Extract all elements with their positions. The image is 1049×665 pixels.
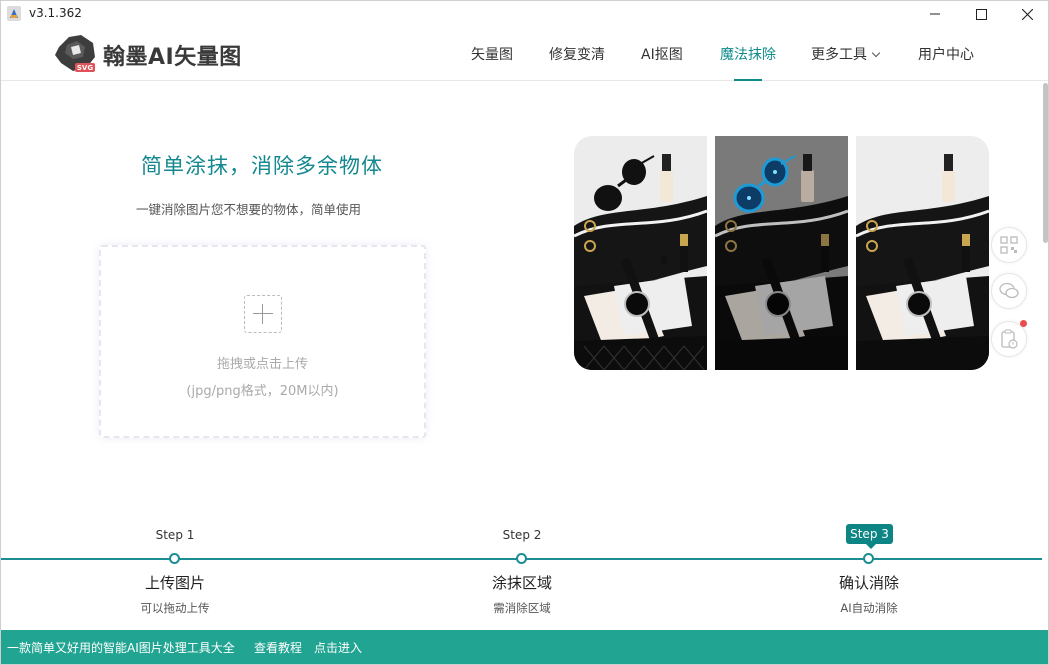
close-button[interactable] [1004,1,1048,27]
qrcode-icon [1000,236,1018,254]
header: SVG 翰墨AI矢量图 矢量图 修复变清 AI抠图 魔法抹除 更多工具 用户中心 [1,27,1048,81]
hero-subtitle: 一键消除图片您不想要的物体，简单使用 [136,202,362,217]
nav-item-cutout[interactable]: AI抠图 [641,44,683,64]
demo-image-original [574,136,707,370]
nav-item-restore[interactable]: 修复变清 [549,44,605,64]
app-window: v3.1.362 SVG 翰墨AI矢量图 矢量图 修复变清 AI抠图 魔法抹除 … [0,0,1049,665]
step-2-desc: 需消除区域 [493,601,551,615]
nav-item-more-tools-label: 更多工具 [811,47,867,63]
step-3-node [863,553,874,564]
app-icon [7,6,21,21]
demo-image-selected [715,136,848,370]
footer-slogan: 一款简单又好用的智能AI图片处理工具大全 [7,641,235,655]
maximize-icon [975,8,987,20]
version-label: v3.1.362 [29,6,82,20]
title-bar: v3.1.362 [1,1,1048,27]
footer-tutorial-link[interactable]: 查看教程 [254,639,302,656]
notification-dot [1020,320,1027,327]
demo-image-strip [574,136,989,370]
demo-image-result [856,136,989,370]
brand-logo-icon[interactable]: SVG [53,33,99,75]
vertical-scrollbar[interactable] [1043,83,1048,243]
qrcode-button[interactable] [991,227,1027,263]
brand-name[interactable]: 翰墨AI矢量图 [103,39,242,71]
wechat-icon [999,282,1019,299]
step-3-tag: Step 3 [846,524,893,549]
nav-item-more-tools[interactable]: 更多工具 [811,44,881,64]
step-1-node [169,553,180,564]
nav-active-indicator [734,79,762,81]
step-3-desc: AI自动消除 [840,601,898,615]
step-3-title: 确认消除 [838,574,899,592]
minimize-button[interactable] [912,1,958,27]
step-1-title: 上传图片 [144,574,205,592]
maximize-button[interactable] [958,1,1004,27]
plus-icon [244,295,282,333]
step-1-desc: 可以拖动上传 [140,601,210,615]
upload-label: 拖拽或点击上传 [216,357,308,372]
step-2-title: 涂抹区域 [491,574,552,592]
nav-item-magic-erase[interactable]: 魔法抹除 [720,44,776,64]
step-2-node [516,553,527,564]
chevron-down-icon [871,48,881,58]
logo-badge: SVG [77,64,93,72]
upload-dropzone[interactable]: 拖拽或点击上传 (jpg/png格式，20M以内) [99,245,426,438]
minimize-icon [930,13,940,15]
step-1-tag: Step 1 [155,528,195,542]
nav-item-vector[interactable]: 矢量图 [471,44,513,64]
footer-bar: 一款简单又好用的智能AI图片处理工具大全 查看教程 点击进入 [1,630,1048,664]
hero-title: 简单涂抹，消除多余物体 [141,154,383,178]
wechat-button[interactable] [991,273,1027,309]
close-icon [1021,8,1033,20]
step-2-tag: Step 2 [502,528,542,542]
footer-enter-link[interactable]: 点击进入 [314,639,362,656]
clipboard-clock-icon [1001,329,1018,349]
nav-item-user-center[interactable]: 用户中心 [918,44,974,64]
upload-hint: (jpg/png格式，20M以内) [186,384,339,399]
